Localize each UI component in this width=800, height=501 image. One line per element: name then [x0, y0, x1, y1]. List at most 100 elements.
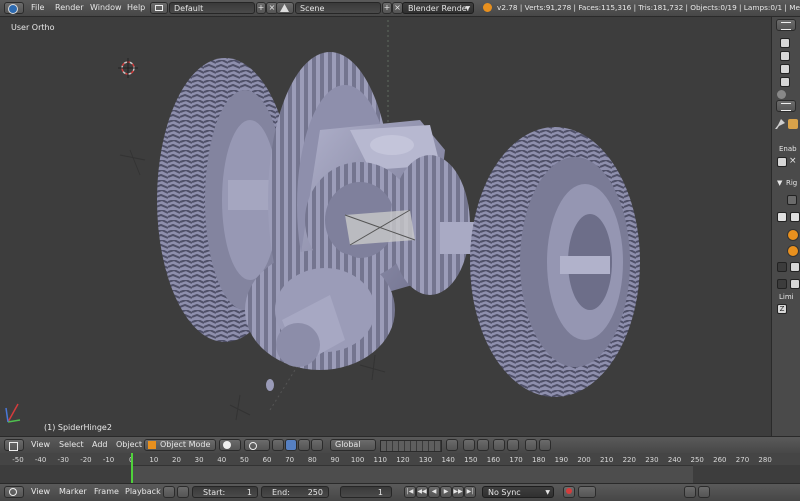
- current-frame-field[interactable]: 1: [340, 486, 392, 498]
- screen-layout-browse-button[interactable]: [150, 2, 168, 14]
- checkbox-checked[interactable]: [790, 279, 800, 289]
- pivot-dropdown[interactable]: [244, 439, 270, 451]
- sync-dropdown[interactable]: No Sync ▼: [482, 486, 554, 498]
- stepper-icon[interactable]: [787, 195, 797, 205]
- render-engine-dropdown[interactable]: Blender Render ▼: [402, 2, 474, 14]
- jump-start-button[interactable]: |◀: [404, 486, 416, 498]
- add-layout-button[interactable]: +: [256, 2, 266, 14]
- constraint-target-icon[interactable]: [787, 229, 799, 241]
- layer-buttons[interactable]: [380, 440, 442, 452]
- editor-type-button[interactable]: [4, 486, 24, 498]
- axis-z-toggle[interactable]: Z: [777, 304, 787, 314]
- menu-frame[interactable]: Frame: [94, 487, 119, 496]
- play-button[interactable]: ▶: [440, 486, 452, 498]
- menu-object[interactable]: Object: [116, 440, 142, 449]
- menu-marker[interactable]: Marker: [59, 487, 87, 496]
- snap-button[interactable]: [477, 439, 489, 451]
- constraint-icon[interactable]: [788, 119, 798, 129]
- translate-manipulator-button[interactable]: [285, 439, 297, 451]
- timeline-tick-label: 170: [509, 456, 523, 464]
- pivot-icon: [249, 442, 257, 450]
- scene-statistics: v2.78 | Verts:91,278 | Faces:115,316 | T…: [497, 3, 800, 12]
- wrench-icon[interactable]: [775, 119, 785, 129]
- timeline-tick-label: 140: [441, 456, 455, 464]
- checkbox-checked[interactable]: [790, 212, 800, 222]
- timeline-tick-label: 190: [554, 456, 569, 464]
- 3d-viewport[interactable]: User Ortho (1) SpiderHinge2: [0, 17, 771, 436]
- editor-type-button[interactable]: [4, 439, 24, 451]
- scroll-circle-icon[interactable]: [777, 90, 786, 99]
- preview-range-button[interactable]: [163, 486, 175, 498]
- next-keyframe-button[interactable]: ▶▶: [452, 486, 464, 498]
- screen-layout-field[interactable]: Default: [169, 2, 255, 14]
- timeline-tick-label: 110: [373, 456, 387, 464]
- proportional-edit-button[interactable]: [463, 439, 475, 451]
- scene-name: Scene: [300, 4, 325, 13]
- add-scene-button[interactable]: +: [382, 2, 392, 14]
- timeline-tick-label: 40: [217, 456, 227, 464]
- timeline-tick-label: 270: [735, 456, 750, 464]
- lock-layers-button[interactable]: [446, 439, 458, 451]
- list-icon: [781, 103, 791, 111]
- timeline-area[interactable]: -50-40-30-20-100102030405060708090100110…: [0, 453, 800, 483]
- timeline-tick-label: -40: [34, 456, 47, 464]
- play-reverse-button[interactable]: ◀: [428, 486, 440, 498]
- prev-keyframe-button[interactable]: ◀◀: [416, 486, 428, 498]
- transform-orientation-dropdown[interactable]: Global: [330, 439, 376, 451]
- menu-playback[interactable]: Playback: [125, 487, 161, 496]
- delete-keyframe-button[interactable]: [698, 486, 710, 498]
- snap-target-button[interactable]: [507, 439, 519, 451]
- toggle-box[interactable]: [777, 262, 787, 272]
- jump-end-button[interactable]: ▶|: [464, 486, 476, 498]
- layout-grid-icon: [155, 5, 163, 11]
- opengl-animation-button[interactable]: [539, 439, 551, 451]
- checkbox-checked[interactable]: [790, 262, 800, 272]
- editor-type-button[interactable]: [776, 19, 796, 31]
- opengl-render-button[interactable]: [525, 439, 537, 451]
- timeline-tick-label: 50: [239, 456, 249, 464]
- snap-element-button[interactable]: [493, 439, 505, 451]
- mode-dropdown[interactable]: Object Mode: [144, 439, 216, 451]
- scene-browse-button[interactable]: [276, 2, 294, 14]
- auto-keying-button[interactable]: [177, 486, 189, 498]
- differential-gear-model[interactable]: [0, 17, 771, 436]
- menu-add[interactable]: Add: [92, 440, 108, 449]
- chevron-down-icon[interactable]: ▼: [777, 179, 782, 187]
- properties-editor-button[interactable]: [776, 100, 796, 112]
- menu-help[interactable]: Help: [127, 3, 145, 12]
- rotate-manipulator-button[interactable]: [298, 439, 310, 451]
- toggle-box[interactable]: [777, 279, 787, 289]
- checkbox-checked[interactable]: [777, 212, 787, 222]
- record-button[interactable]: [563, 486, 575, 498]
- menu-render[interactable]: Render: [55, 3, 83, 12]
- constraint-target-icon[interactable]: [787, 245, 799, 257]
- timeline-tick-label: 180: [532, 456, 546, 464]
- menu-view[interactable]: View: [31, 487, 50, 496]
- timeline-tick-label: 90: [330, 456, 340, 464]
- editor-type-button[interactable]: [4, 2, 24, 14]
- outliner-eye-icon[interactable]: [780, 64, 790, 74]
- menu-select[interactable]: Select: [59, 440, 84, 449]
- timeline-tick-label: 200: [577, 456, 591, 464]
- enable-toggle[interactable]: [777, 157, 787, 167]
- outliner-eye-icon[interactable]: [780, 51, 790, 61]
- scale-manipulator-button[interactable]: [311, 439, 323, 451]
- scene-icon: [280, 4, 289, 12]
- start-frame-field[interactable]: Start: 1: [192, 486, 258, 498]
- end-frame-field[interactable]: End: 250: [261, 486, 329, 498]
- close-icon[interactable]: ×: [789, 156, 797, 166]
- manipulator-toggle[interactable]: [272, 439, 284, 451]
- keying-set-button[interactable]: [578, 486, 596, 498]
- menu-window[interactable]: Window: [90, 3, 122, 12]
- outliner-eye-icon[interactable]: [780, 38, 790, 48]
- viewport-shading-dropdown[interactable]: [219, 439, 241, 451]
- scene-field[interactable]: Scene: [295, 2, 381, 14]
- playhead[interactable]: [131, 453, 133, 483]
- outliner-eye-icon[interactable]: [780, 77, 790, 87]
- menu-file[interactable]: File: [31, 3, 44, 12]
- menu-view[interactable]: View: [31, 440, 50, 449]
- end-label: End:: [272, 488, 290, 497]
- timeline-tick-label: 160: [486, 456, 501, 464]
- info-header: File Render Window Help Default + × Scen…: [0, 0, 800, 17]
- insert-keyframe-button[interactable]: [684, 486, 696, 498]
